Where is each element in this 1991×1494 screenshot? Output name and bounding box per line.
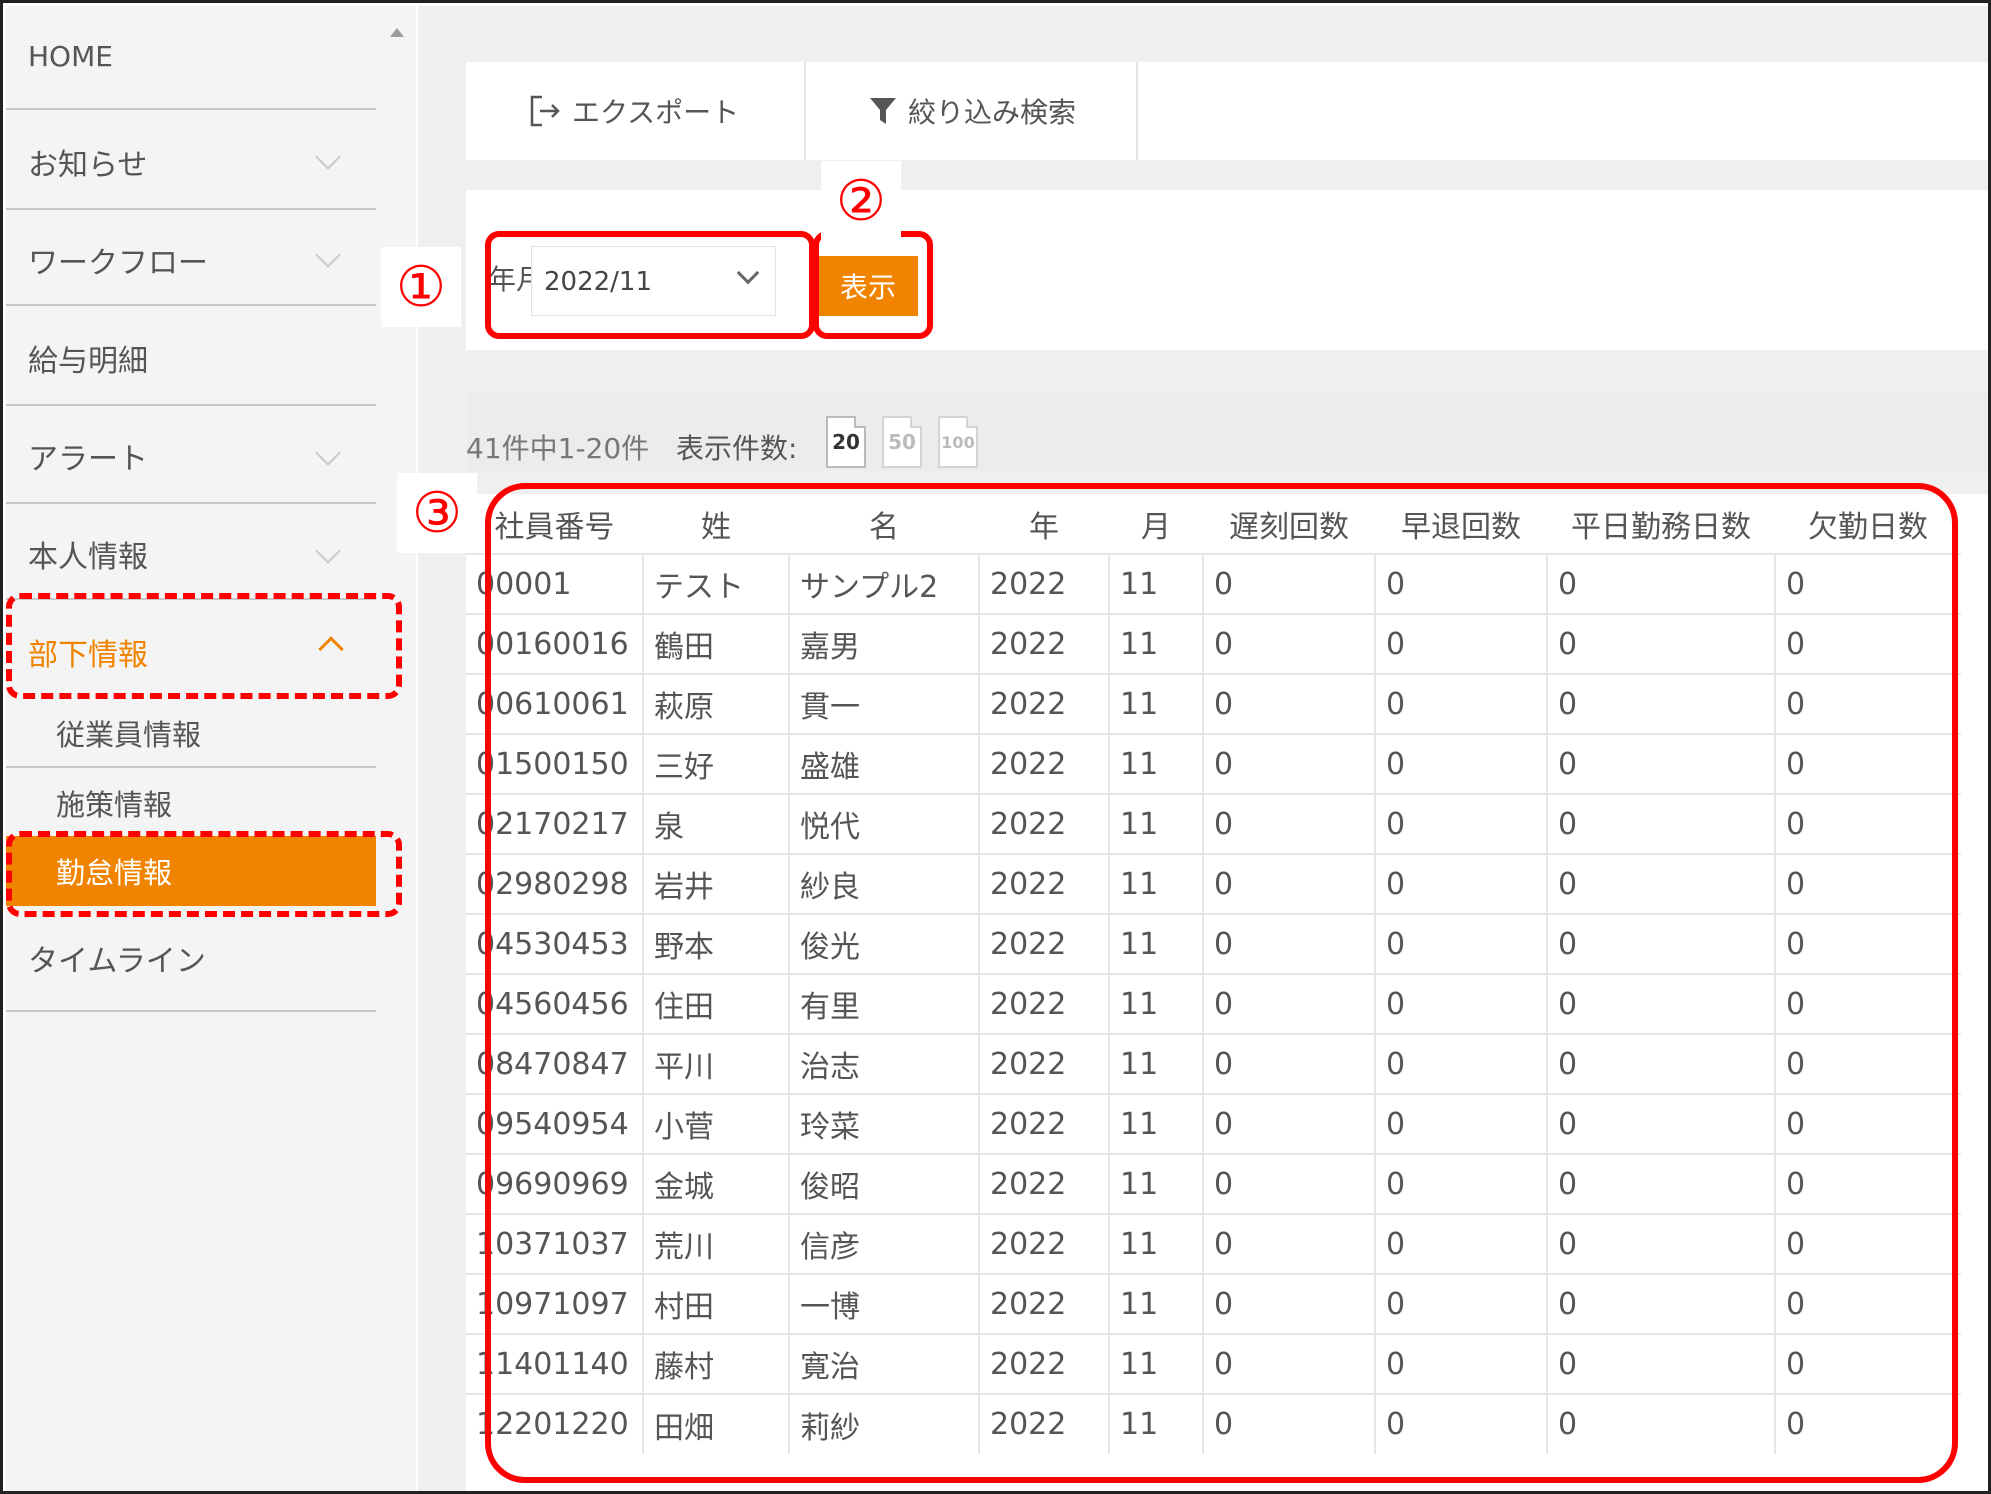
app-window: HOME お知らせ ワークフロー 給与明細 アラート 本人情報 部下情報 従業員… <box>0 0 1991 1494</box>
annotation-box-1 <box>485 231 815 339</box>
toolbar-divider <box>1136 62 1138 160</box>
results-bar: 41件中1-20件 表示件数: 20 50 100 |<< <box>466 391 1988 471</box>
annotation-highlight-attendance <box>6 831 402 917</box>
chevron-down-icon <box>315 440 341 466</box>
annotation-highlight-subordinates <box>6 593 402 699</box>
chevron-down-icon <box>315 144 341 170</box>
chevron-down-icon <box>315 242 341 268</box>
annotation-number-1: ① <box>381 247 461 327</box>
sidebar-item-timeline[interactable]: タイムライン <box>6 906 376 1012</box>
sidebar-subitem-measures[interactable]: 施策情報 <box>6 768 376 836</box>
sidebar-item-label: 本人情報 <box>28 540 148 575</box>
export-label: エクスポート <box>572 96 740 129</box>
sidebar-item-label: ワークフロー <box>28 246 208 281</box>
filter-search-label: 絞り込み検索 <box>908 96 1077 129</box>
sidebar-item-my-info[interactable]: 本人情報 <box>6 504 376 600</box>
sidebar-scrollbar[interactable] <box>376 6 416 1491</box>
page-size-100-button[interactable]: 100 <box>938 416 978 468</box>
annotation-number-2: ② <box>821 161 901 241</box>
sidebar-subitem-label: 従業員情報 <box>56 718 202 752</box>
sidebar-item-label: お知らせ <box>28 148 148 183</box>
sidebar-subitem-label: 施策情報 <box>56 788 173 822</box>
filter-icon <box>870 98 896 124</box>
sidebar-item-label: 給与明細 <box>28 344 148 379</box>
annotation-number-3: ③ <box>397 473 477 553</box>
sidebar-item-label: HOME <box>28 40 113 73</box>
sidebar-subitem-employee-info[interactable]: 従業員情報 <box>6 698 376 768</box>
sidebar-item-home[interactable]: HOME <box>6 6 376 110</box>
toolbar: エクスポート 絞り込み検索 <box>466 62 1988 160</box>
per-page-label: 表示件数: <box>676 432 798 465</box>
sidebar-item-workflow[interactable]: ワークフロー <box>6 210 376 306</box>
scroll-up-icon[interactable] <box>390 28 404 37</box>
sidebar-item-label: タイムライン <box>28 944 206 979</box>
export-button[interactable]: エクスポート <box>528 62 739 160</box>
export-icon <box>530 95 560 127</box>
result-count: 41件中1-20件 <box>466 432 650 465</box>
chevron-down-icon <box>315 538 341 564</box>
sidebar-nav: HOME お知らせ ワークフロー 給与明細 アラート 本人情報 部下情報 従業員… <box>6 6 376 1491</box>
sidebar-item-alert[interactable]: アラート <box>6 406 376 504</box>
page-size-20-button[interactable]: 20 <box>826 416 866 468</box>
sidebar-item-payslip[interactable]: 給与明細 <box>6 306 376 406</box>
sidebar: HOME お知らせ ワークフロー 給与明細 アラート 本人情報 部下情報 従業員… <box>6 6 416 1491</box>
page-size-50-button[interactable]: 50 <box>882 416 922 468</box>
annotation-box-2 <box>813 231 933 339</box>
filter-search-button[interactable]: 絞り込み検索 <box>868 62 1076 160</box>
sidebar-item-label: アラート <box>28 442 148 477</box>
toolbar-divider <box>804 62 806 160</box>
annotation-box-3 <box>485 483 1958 1483</box>
sidebar-item-news[interactable]: お知らせ <box>6 110 376 210</box>
